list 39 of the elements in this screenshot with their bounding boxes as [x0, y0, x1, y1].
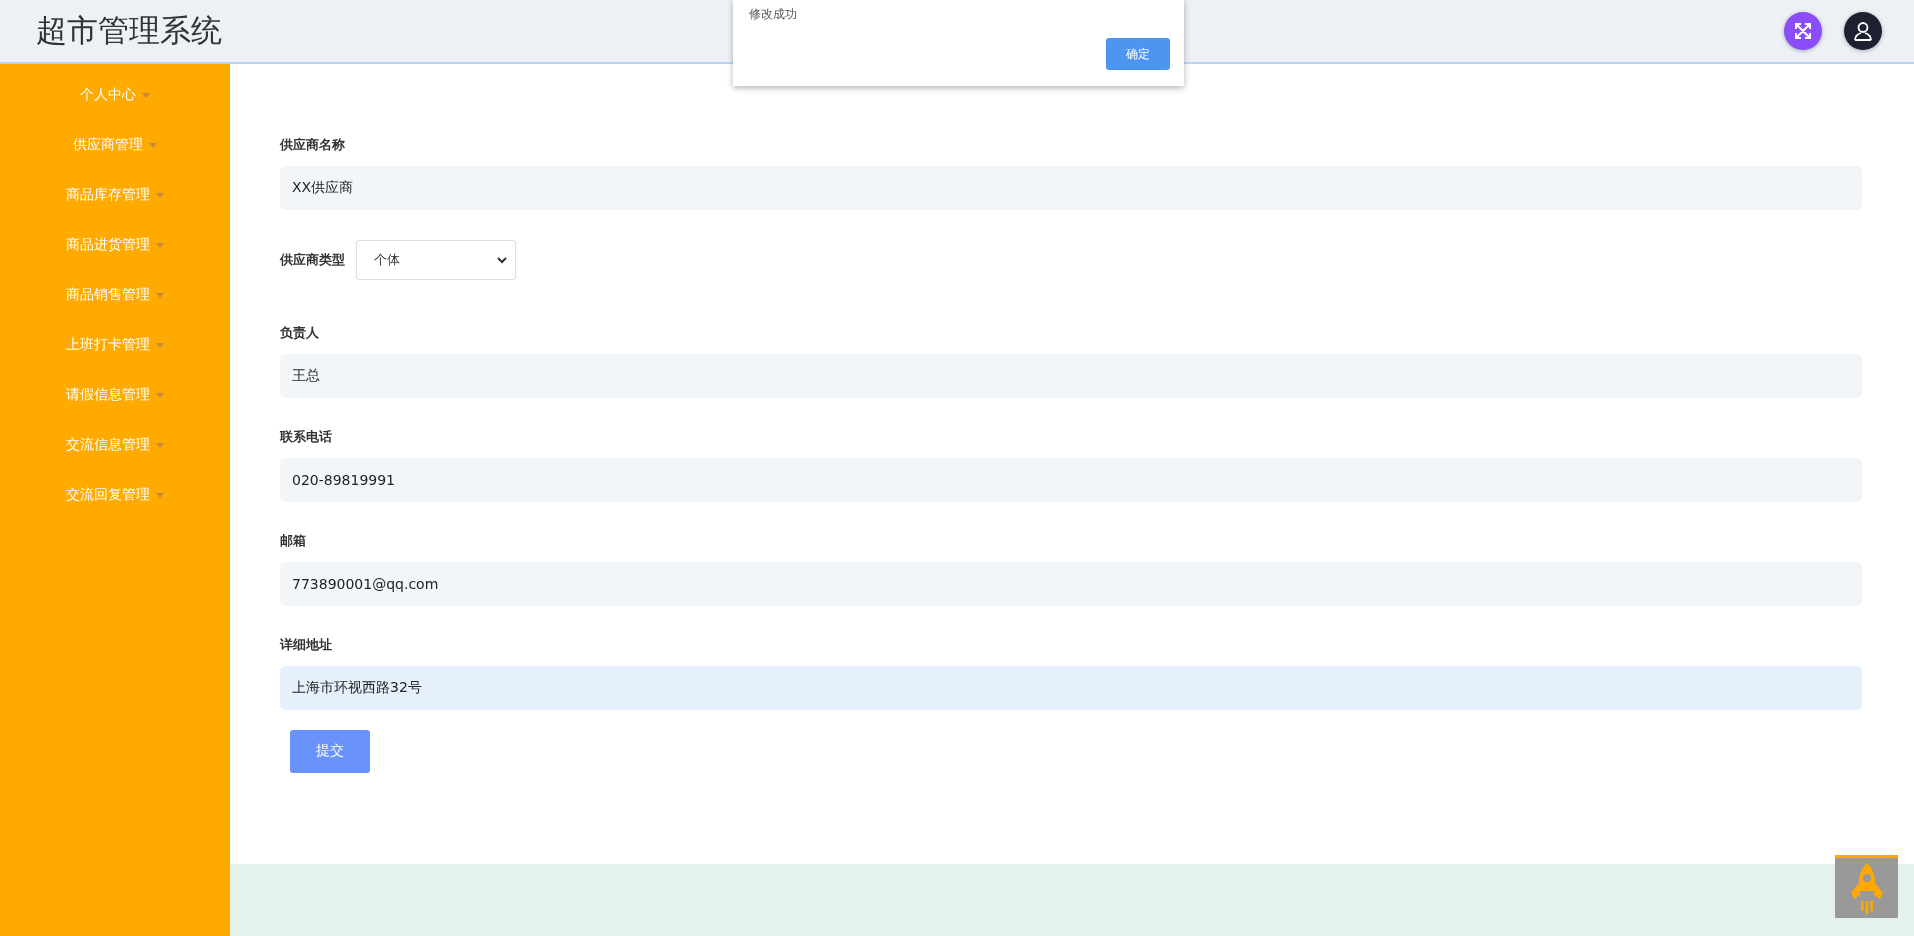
caret-icon [156, 242, 164, 248]
sidebar-menu-item[interactable]: 商品进货管理 [0, 220, 230, 270]
submit-button[interactable]: 提交 [290, 729, 370, 773]
caret-icon [156, 292, 164, 298]
type-dropdown[interactable]: 个体 [356, 240, 516, 280]
field-label: 供应商类型 [280, 251, 345, 269]
fullscreen-button[interactable] [1784, 12, 1822, 50]
field-label: 负责人 [280, 324, 320, 342]
input-field[interactable]: 020-89819991 [280, 458, 1862, 502]
sidebar-menu-item[interactable]: 商品库存管理 [0, 170, 230, 220]
dialog-message: 修改成功 [749, 6, 797, 23]
field-label: 详细地址 [280, 636, 333, 654]
expand-icon [1793, 21, 1813, 41]
sidebar-menu-item[interactable]: 交流信息管理 [0, 420, 230, 470]
caret-icon [156, 442, 164, 448]
caret-icon [156, 392, 164, 398]
confirm-button[interactable]: 确定 [1106, 38, 1170, 70]
input-field[interactable]: XX供应商 [280, 166, 1862, 210]
chevron-down-icon [497, 256, 507, 264]
input-field[interactable]: 上海市环视西路32号 [280, 666, 1862, 710]
user-avatar-button[interactable] [1844, 12, 1882, 50]
sidebar-menu-item[interactable]: 个人中心 [0, 70, 230, 120]
field-label: 供应商名称 [280, 136, 346, 154]
sidebar-menu-item[interactable]: 上班打卡管理 [0, 320, 230, 370]
input-field[interactable]: 王总 [280, 354, 1862, 398]
caret-icon [156, 342, 164, 348]
sidebar-menu-item[interactable]: 供应商管理 [0, 120, 230, 170]
caret-icon [156, 492, 164, 498]
sidebar-menu-item[interactable]: 交流回复管理 [0, 470, 230, 520]
field-label: 邮箱 [280, 532, 307, 550]
caret-icon [149, 142, 157, 148]
caret-icon [156, 192, 164, 198]
field-label: 联系电话 [280, 428, 333, 446]
sidebar-menu-item[interactable]: 请假信息管理 [0, 370, 230, 420]
input-field[interactable]: 773890001@qq.com [280, 562, 1862, 606]
app-title: 超市管理系统 [36, 11, 222, 50]
caret-icon [142, 92, 150, 98]
sidebar-menu-item[interactable]: 商品销售管理 [0, 270, 230, 320]
user-icon [1852, 20, 1874, 42]
